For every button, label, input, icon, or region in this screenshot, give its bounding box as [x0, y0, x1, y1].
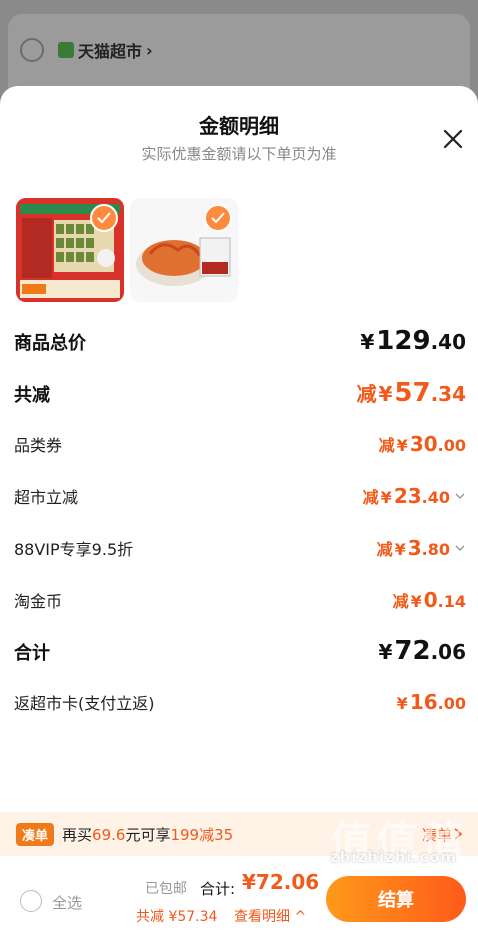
yen-sign: ¥: [410, 592, 422, 611]
checkout-reduce-text: 共减 ¥57.34: [136, 909, 218, 925]
rebate-label: 返超市卡(支付立返): [14, 694, 155, 713]
rebate-row: 返超市卡(支付立返) ¥ 16 .00: [14, 690, 466, 714]
free-shipping-label: 已包邮: [145, 881, 187, 897]
chevron-up-icon: ^: [294, 909, 307, 925]
value-integer: 16: [409, 690, 438, 714]
yen-sign: ¥: [396, 694, 408, 713]
value-integer: 72: [394, 636, 431, 666]
checkmark-icon: [211, 212, 225, 224]
subtotal-label: 商品总价: [14, 333, 86, 354]
yen-sign: ¥: [396, 436, 408, 455]
promo-text-b: 元可享: [125, 825, 171, 844]
select-all-label[interactable]: 全选: [52, 892, 82, 913]
background-shop-name: 天猫超市: [78, 42, 143, 61]
add-on-tag: 凑单: [16, 822, 55, 846]
value-decimal: .06: [430, 640, 466, 664]
yen-sign: ¥: [378, 640, 393, 664]
total-row: 合计 ¥ 72 .06: [14, 636, 466, 666]
reduce-prefix: 减: [356, 382, 377, 406]
total-reduce-row: 共减 减 ¥ 57 .34: [14, 378, 466, 408]
sheet-title: 金额明细: [199, 114, 279, 138]
reduce-prefix: 减: [362, 488, 379, 507]
yen-sign: ¥: [378, 382, 393, 406]
value-decimal: .40: [430, 330, 466, 354]
checkmark-icon: [97, 212, 111, 224]
vip-value: 减 ¥ 3 .80: [377, 536, 466, 560]
market-off-value: 减 ¥ 23 .40: [363, 484, 466, 508]
value-decimal: .34: [430, 382, 466, 406]
value-decimal: .00: [437, 436, 466, 455]
value-integer: 57: [394, 378, 431, 408]
background-shop-radio: [20, 38, 44, 62]
yen-sign: ¥: [380, 488, 392, 507]
product-2-checkmark[interactable]: [204, 204, 232, 232]
tmall-market-icon: [58, 42, 74, 58]
vip-row[interactable]: 88VIP专享9.5折 减 ¥ 3 .80: [14, 536, 466, 560]
product-thumb-1[interactable]: [16, 198, 124, 302]
total-reduce-label: 共减: [14, 385, 50, 406]
value-decimal: .40: [421, 488, 450, 507]
sheet-subtitle: 实际优惠金额请以下单页为准: [141, 145, 337, 163]
close-button[interactable]: [440, 126, 466, 152]
total-value: ¥ 72 .06: [378, 636, 466, 666]
vip-label: 88VIP专享9.5折: [14, 540, 134, 559]
select-all-radio[interactable]: [20, 890, 42, 912]
subtotal-value: ¥ 129 .40: [360, 326, 466, 356]
value-decimal: .80: [421, 540, 450, 559]
close-icon: [443, 129, 463, 149]
coupon-label: 品类券: [14, 436, 63, 455]
view-detail-link[interactable]: 查看明细 ^: [234, 906, 306, 926]
product-1-checkmark[interactable]: [90, 204, 118, 232]
settle-button[interactable]: 结算: [326, 876, 466, 922]
chevron-down-icon[interactable]: [454, 542, 466, 554]
coupon-row: 品类券 减 ¥ 30 .00: [14, 432, 466, 456]
reduce-prefix: 减: [378, 436, 395, 455]
value-integer: 23: [393, 484, 422, 508]
watermark-text: zhizhizhi.com: [330, 848, 458, 866]
coin-value: 减 ¥ 0 .14: [393, 588, 466, 612]
view-detail-label: 查看明细: [234, 909, 290, 925]
reduce-prefix: 减: [392, 592, 409, 611]
rebate-value: ¥ 16 .00: [397, 690, 466, 714]
checkout-total-label: 合计:: [200, 880, 236, 898]
promo-deal: 199减35: [170, 825, 234, 844]
value-integer: 3: [407, 536, 422, 560]
coin-label: 淘金币: [14, 592, 63, 611]
yen-sign: ¥: [394, 540, 406, 559]
promo-amount: 69.6: [92, 825, 126, 844]
market-off-label: 超市立减: [14, 488, 79, 507]
yen-sign: ¥: [360, 330, 375, 354]
checkout-bar: 全选 已包邮 合计: ¥72.06 共减 ¥57.34 查看明细 ^ 结算: [0, 862, 478, 936]
value-integer: 129: [376, 326, 431, 356]
background-shop-header: 天猫超市 ›: [58, 38, 153, 62]
coupon-value: 减 ¥ 30 .00: [379, 432, 466, 456]
checkout-total-value: ¥72.06: [242, 870, 320, 894]
reduce-prefix: 减: [376, 540, 393, 559]
market-off-row[interactable]: 超市立减 减 ¥ 23 .40: [14, 484, 466, 508]
product-thumb-2[interactable]: [130, 198, 238, 302]
chevron-down-icon[interactable]: [454, 490, 466, 502]
value-integer: 30: [409, 432, 438, 456]
promo-text-a: 再买: [62, 825, 93, 844]
value-decimal: .00: [437, 694, 466, 713]
value-decimal: .14: [437, 592, 466, 611]
chevron-right-icon: ›: [146, 40, 153, 60]
total-label: 合计: [14, 643, 50, 664]
subtotal-row: 商品总价 ¥ 129 .40: [14, 326, 466, 356]
promo-text: 再买69.6元可享199减35: [62, 824, 233, 845]
value-integer: 0: [423, 588, 438, 612]
total-reduce-value: 减 ¥ 57 .34: [356, 378, 466, 408]
coin-row: 淘金币 减 ¥ 0 .14: [14, 588, 466, 612]
